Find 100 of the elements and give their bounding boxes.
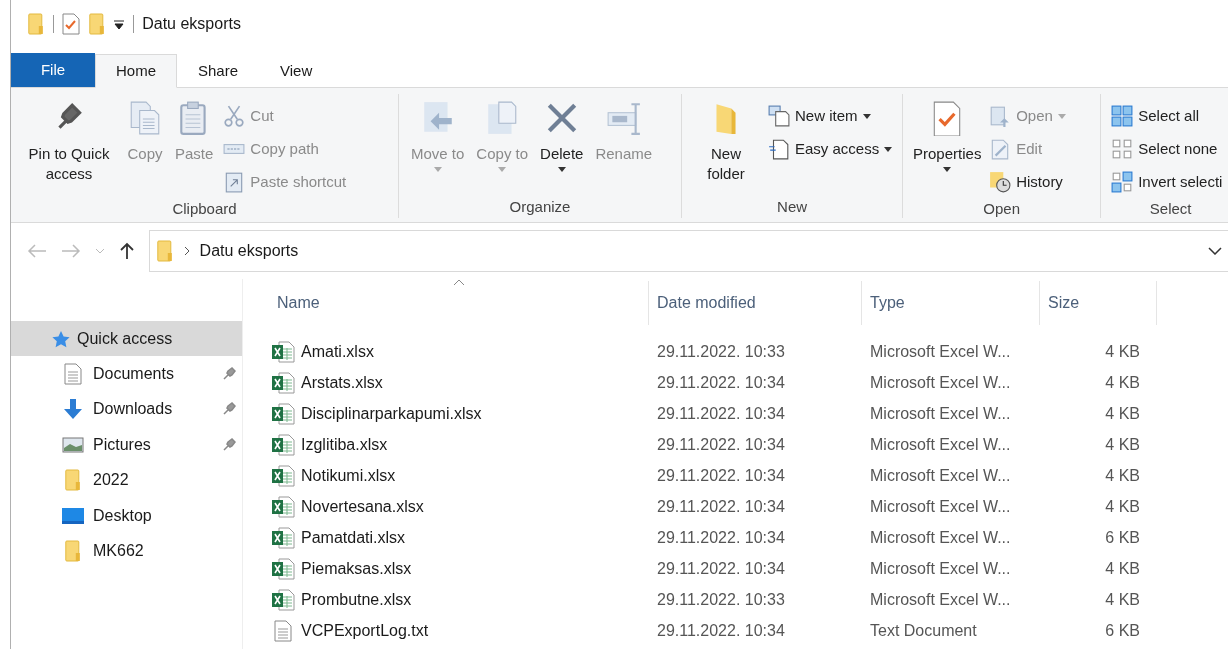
- ribbon-button[interactable]: Select none: [1109, 133, 1225, 165]
- caret-icon: [557, 166, 566, 172]
- size-cell-text: 4 KB: [1104, 403, 1140, 424]
- folder-icon: [27, 13, 45, 35]
- ribbon-tab[interactable]: View: [259, 54, 334, 88]
- pin-icon: [222, 437, 236, 452]
- file-row[interactable]: Notikumi.xlsx 29.11.2022. 10:34 Microsoft Excel W... 4 KB: [269, 460, 1228, 491]
- ribbon-button[interactable]: Pin to Quick access: [19, 94, 119, 198]
- nav-item[interactable]: Downloads: [11, 391, 242, 427]
- file-name: Disciplinarparkapumi.xlsx: [301, 403, 482, 424]
- file-row[interactable]: Arstats.xlsx 29.11.2022. 10:34 Microsoft Excel W... 4 KB: [269, 367, 1228, 398]
- window-title: Datu eksports: [142, 14, 241, 34]
- new-folder-icon: [87, 13, 106, 35]
- nav-item[interactable]: Quick access: [11, 321, 242, 356]
- group-label: Organize: [508, 196, 572, 217]
- spreadsheet-icon: [271, 495, 295, 518]
- type-cell-text: Microsoft Excel W...: [869, 341, 1012, 362]
- size-cell-text: 4 KB: [1104, 372, 1140, 393]
- date-cell-text: 29.11.2022. 10:34: [656, 620, 786, 641]
- date-cell-text: 29.11.2022. 10:34: [656, 558, 786, 579]
- ribbon-button[interactable]: Delete: [536, 94, 588, 196]
- spreadsheet-icon: [271, 557, 295, 580]
- ribbon-tab[interactable]: Home: [95, 54, 177, 88]
- file-row[interactable]: Novertesana.xlsx 29.11.2022. 10:34 Microsoft Excel W... 4 KB: [269, 491, 1228, 522]
- file-row[interactable]: Amati.xlsx 29.11.2022. 10:33 Microsoft Excel W... 4 KB: [269, 336, 1228, 367]
- file-row[interactable]: VCPExportLog.txt 29.11.2022. 10:34 Text Document 6 KB: [269, 615, 1228, 646]
- address-field[interactable]: Datu eksports: [149, 230, 1228, 272]
- ribbon-button[interactable]: Select all: [1109, 100, 1225, 132]
- column-header[interactable]: Size: [1040, 281, 1157, 325]
- monitor-icon: [61, 506, 85, 525]
- chevron-down-icon[interactable]: [1208, 247, 1222, 255]
- pin-icon: [222, 402, 236, 417]
- type-cell-text: Microsoft Excel W...: [869, 558, 1012, 579]
- ribbon-button[interactable]: Invert selecti: [1109, 166, 1225, 198]
- rename-icon: [605, 100, 642, 136]
- type-cell-text: Microsoft Excel W...: [869, 403, 1012, 424]
- file-row[interactable]: Disciplinarparkapumi.xlsx 29.11.2022. 10:34 Microsoft Excel W... 4 KB: [269, 398, 1228, 429]
- star-icon: [51, 329, 71, 348]
- file-name: Pamatdati.xlsx: [301, 527, 406, 548]
- spreadsheet-icon: [271, 340, 295, 363]
- file-row[interactable]: Izglitiba.xlsx 29.11.2022. 10:34 Microsoft Excel W... 4 KB: [269, 429, 1228, 460]
- date-cell-text: 29.11.2022. 10:34: [656, 465, 786, 486]
- file-tab[interactable]: File: [11, 53, 95, 87]
- nav-item[interactable]: MK662: [11, 533, 242, 569]
- spreadsheet-icon: [271, 433, 295, 456]
- caret-icon: [433, 166, 442, 172]
- date-cell-text: 29.11.2022. 10:34: [656, 372, 786, 393]
- type-cell-text: Microsoft Excel W...: [869, 527, 1012, 548]
- file-name: Amati.xlsx: [301, 341, 374, 362]
- nav-item[interactable]: Desktop: [11, 498, 242, 534]
- pin-icon: [222, 366, 236, 381]
- file-row[interactable]: Pamatdati.xlsx 29.11.2022. 10:34 Microsoft Excel W... 6 KB: [269, 522, 1228, 553]
- size-cell-text: 4 KB: [1104, 434, 1140, 455]
- group-label: Select: [1148, 199, 1193, 219]
- file-name: Prombutne.xlsx: [301, 589, 412, 610]
- spreadsheet-icon: [271, 371, 295, 394]
- caret-icon: [498, 166, 507, 172]
- date-cell-text: 29.11.2022. 10:34: [656, 527, 786, 548]
- grid-icon: [1111, 105, 1134, 127]
- column-header[interactable]: Date modified: [649, 281, 862, 325]
- column-header[interactable]: Name: [269, 281, 649, 325]
- nav-item[interactable]: Documents: [11, 356, 242, 392]
- size-cell-text: 4 KB: [1104, 496, 1140, 517]
- file-row[interactable]: Prombutne.xlsx 29.11.2022. 10:33 Microsoft Excel W... 4 KB: [269, 584, 1228, 615]
- group-label: New: [776, 196, 809, 217]
- type-cell-text: Microsoft Excel W...: [869, 372, 1012, 393]
- customize-toolbar-icon[interactable]: [113, 18, 126, 30]
- file-name: Izglitiba.xlsx: [301, 434, 388, 455]
- date-cell-text: 29.11.2022. 10:33: [656, 341, 786, 362]
- date-cell-text: 29.11.2022. 10:34: [656, 403, 786, 424]
- group-label: Clipboard: [171, 199, 238, 219]
- file-name: Piemaksas.xlsx: [301, 558, 412, 579]
- ribbon-button[interactable]: Properties: [911, 94, 984, 198]
- ribbon-button[interactable]: New item: [766, 100, 895, 132]
- caret-icon: [884, 146, 893, 152]
- nav-item[interactable]: Pictures: [11, 427, 242, 463]
- up-arrow-icon[interactable]: [119, 242, 135, 260]
- nav-item[interactable]: 2022: [11, 462, 242, 498]
- folder-icon: [156, 240, 174, 262]
- date-cell-text: 29.11.2022. 10:34: [656, 496, 786, 517]
- folder-icon: [64, 469, 82, 492]
- file-name: VCPExportLog.txt: [301, 620, 429, 641]
- ribbon-button[interactable]: History: [987, 166, 1068, 198]
- ribbon-button[interactable]: New folder: [690, 94, 762, 196]
- type-cell-text: Microsoft Excel W...: [869, 434, 1012, 455]
- chevron-right-icon: [183, 246, 190, 256]
- ribbon-tab[interactable]: Share: [177, 54, 260, 88]
- scissors-icon: [223, 105, 246, 127]
- path-segment[interactable]: Datu eksports: [199, 239, 1198, 263]
- type-cell-text: Text Document: [869, 620, 978, 641]
- ribbon-button[interactable]: Easy access: [766, 133, 895, 165]
- column-header[interactable]: Type: [862, 281, 1040, 325]
- image-icon: [62, 435, 84, 454]
- file-row[interactable]: Piemaksas.xlsx 29.11.2022. 10:34 Microsoft Excel W... 4 KB: [269, 553, 1228, 584]
- caret-icon: [862, 113, 871, 119]
- properties-icon[interactable]: [61, 13, 80, 35]
- document-icon: [274, 619, 292, 642]
- folder-icon: [64, 540, 82, 563]
- date-cell-text: 29.11.2022. 10:33: [656, 589, 786, 610]
- new-item-icon: [768, 105, 790, 127]
